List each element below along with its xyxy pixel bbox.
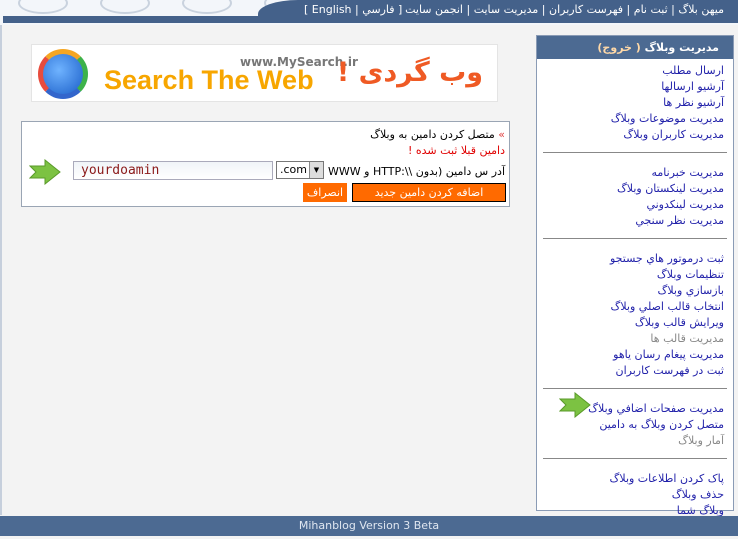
sidebar-item[interactable]: مديريت خبرنامه xyxy=(537,165,724,181)
cancel-button[interactable]: انصراف xyxy=(303,183,347,202)
sidebar-item[interactable]: بازسازي وبلاگ xyxy=(537,283,725,299)
lang-english[interactable]: English xyxy=(312,3,352,16)
sidebar-item[interactable]: ارسال مطلب xyxy=(537,63,724,79)
nav-register[interactable]: ثبت نام xyxy=(634,3,668,16)
menu-divider xyxy=(543,152,727,153)
current-item-arrow-icon xyxy=(559,392,591,418)
sidebar-item[interactable]: مديريت لينکدوني xyxy=(537,197,724,213)
title-marker: » xyxy=(498,128,505,141)
footer: Mihanblog Version 3 Beta xyxy=(0,516,738,536)
chevron-down-icon[interactable]: ▼ xyxy=(309,162,323,178)
sidebar-item[interactable]: مديريت نظر سنجي xyxy=(537,213,724,229)
domain-label: آدر س دامين (بدون \\:HTTP و WWW ) : xyxy=(313,165,505,178)
language-switch: [ English | فارسي ] xyxy=(304,3,403,16)
sidebar-item[interactable]: مديريت لينکستان وبلاگ xyxy=(537,181,724,197)
menu-divider xyxy=(543,238,727,239)
sidebar-item[interactable]: آرشيو نظر ها xyxy=(537,95,724,111)
banner-text-en: Search The Web xyxy=(104,65,314,95)
top-nav: ميهن بلاگ | ثبت نام | فهرست کاربران | مد… xyxy=(405,3,724,16)
logout-link[interactable]: ( خروج) xyxy=(597,41,640,54)
header-pattern xyxy=(0,0,270,17)
sidebar-header: مديريت وبلاگ ( خروج) xyxy=(537,36,733,59)
menu-divider xyxy=(543,388,727,389)
tld-value: .com xyxy=(280,163,307,176)
menu-group: ارسال مطلب آرشيو ارسالها آرشيو نظر ها مديري… xyxy=(537,59,733,147)
nav-forum[interactable]: انجمن سايت xyxy=(405,3,463,16)
sidebar-item[interactable]: حذف وبلاگ xyxy=(537,487,724,503)
sidebar-menu: ارسال مطلب آرشيو ارسالها آرشيو نظر ها مديري… xyxy=(537,59,733,539)
form-title: » متصل کردن دامين به وبلاگ xyxy=(370,128,505,141)
menu-group: مديريت خبرنامه مديريت لينکستان وبلاگ مديري… xyxy=(537,161,733,233)
sidebar: مديريت وبلاگ ( خروج) ارسال مطلب آرشيو ارس… xyxy=(536,35,734,533)
sidebar-item[interactable]: ثبت درموتور هاي جستجو xyxy=(537,251,724,267)
nav-site-admin[interactable]: مديريت سايت xyxy=(474,3,539,16)
sidebar-item[interactable]: ثبت در فهرست کاربران xyxy=(537,363,724,379)
sidebar-item[interactable]: انتخاب قالب اصلي وبلاگ xyxy=(537,299,725,315)
sidebar-item[interactable]: مديريت کاربران وبلاگ xyxy=(537,127,724,143)
error-message: دامين قبلا ثبت شده ! xyxy=(407,144,505,157)
menu-divider xyxy=(543,458,727,459)
sidebar-item[interactable]: تنظيمات وبلاگ xyxy=(537,267,724,283)
sidebar-item[interactable]: مديريت پيغام رسان ياهو xyxy=(537,347,724,363)
sidebar-item[interactable]: پاک کردن اطلاعات وبلاگ xyxy=(537,471,724,487)
sidebar-title: مديريت وبلاگ xyxy=(644,41,719,54)
sidebar-item[interactable]: آمار وبلاگ xyxy=(537,433,724,449)
sidebar-item[interactable]: آرشيو ارسالها xyxy=(537,79,724,95)
domain-input[interactable]: yourdoamin xyxy=(73,161,273,180)
add-domain-button[interactable]: اضافه کردن دامين جديد xyxy=(352,183,506,202)
form-title-text: متصل کردن دامين به وبلاگ xyxy=(370,128,495,141)
nav-home[interactable]: ميهن بلاگ xyxy=(678,3,724,16)
banner-text-fa: وب گردی ! xyxy=(336,57,483,88)
sidebar-item[interactable]: مديريت موضوعات وبلاگ xyxy=(537,111,724,127)
lang-farsi[interactable]: فارسي xyxy=(362,3,394,16)
domain-form: » متصل کردن دامين به وبلاگ دامين قبلا ثب… xyxy=(21,121,510,207)
arrow-right-icon xyxy=(29,159,61,185)
sidebar-item[interactable]: مديريت قالب ها xyxy=(537,331,724,347)
ad-banner[interactable]: www.MySearch.ir Search The Web وب گردی ! xyxy=(31,44,498,102)
top-header: [ English | فارسي ] ميهن بلاگ | ثبت نام … xyxy=(0,0,738,25)
tld-select[interactable]: .com ▼ xyxy=(276,161,324,179)
globe-refresh-icon xyxy=(38,49,88,99)
sidebar-item[interactable]: ويرايش قالب وبلاگ xyxy=(537,315,724,331)
sidebar-item[interactable]: متصل کردن وبلاگ به دامين xyxy=(537,417,724,433)
left-border xyxy=(0,25,2,515)
nav-user-list[interactable]: فهرست کاربران xyxy=(549,3,623,16)
menu-group: ثبت درموتور هاي جستجو تنظيمات وبلاگ بازساز… xyxy=(537,247,733,383)
